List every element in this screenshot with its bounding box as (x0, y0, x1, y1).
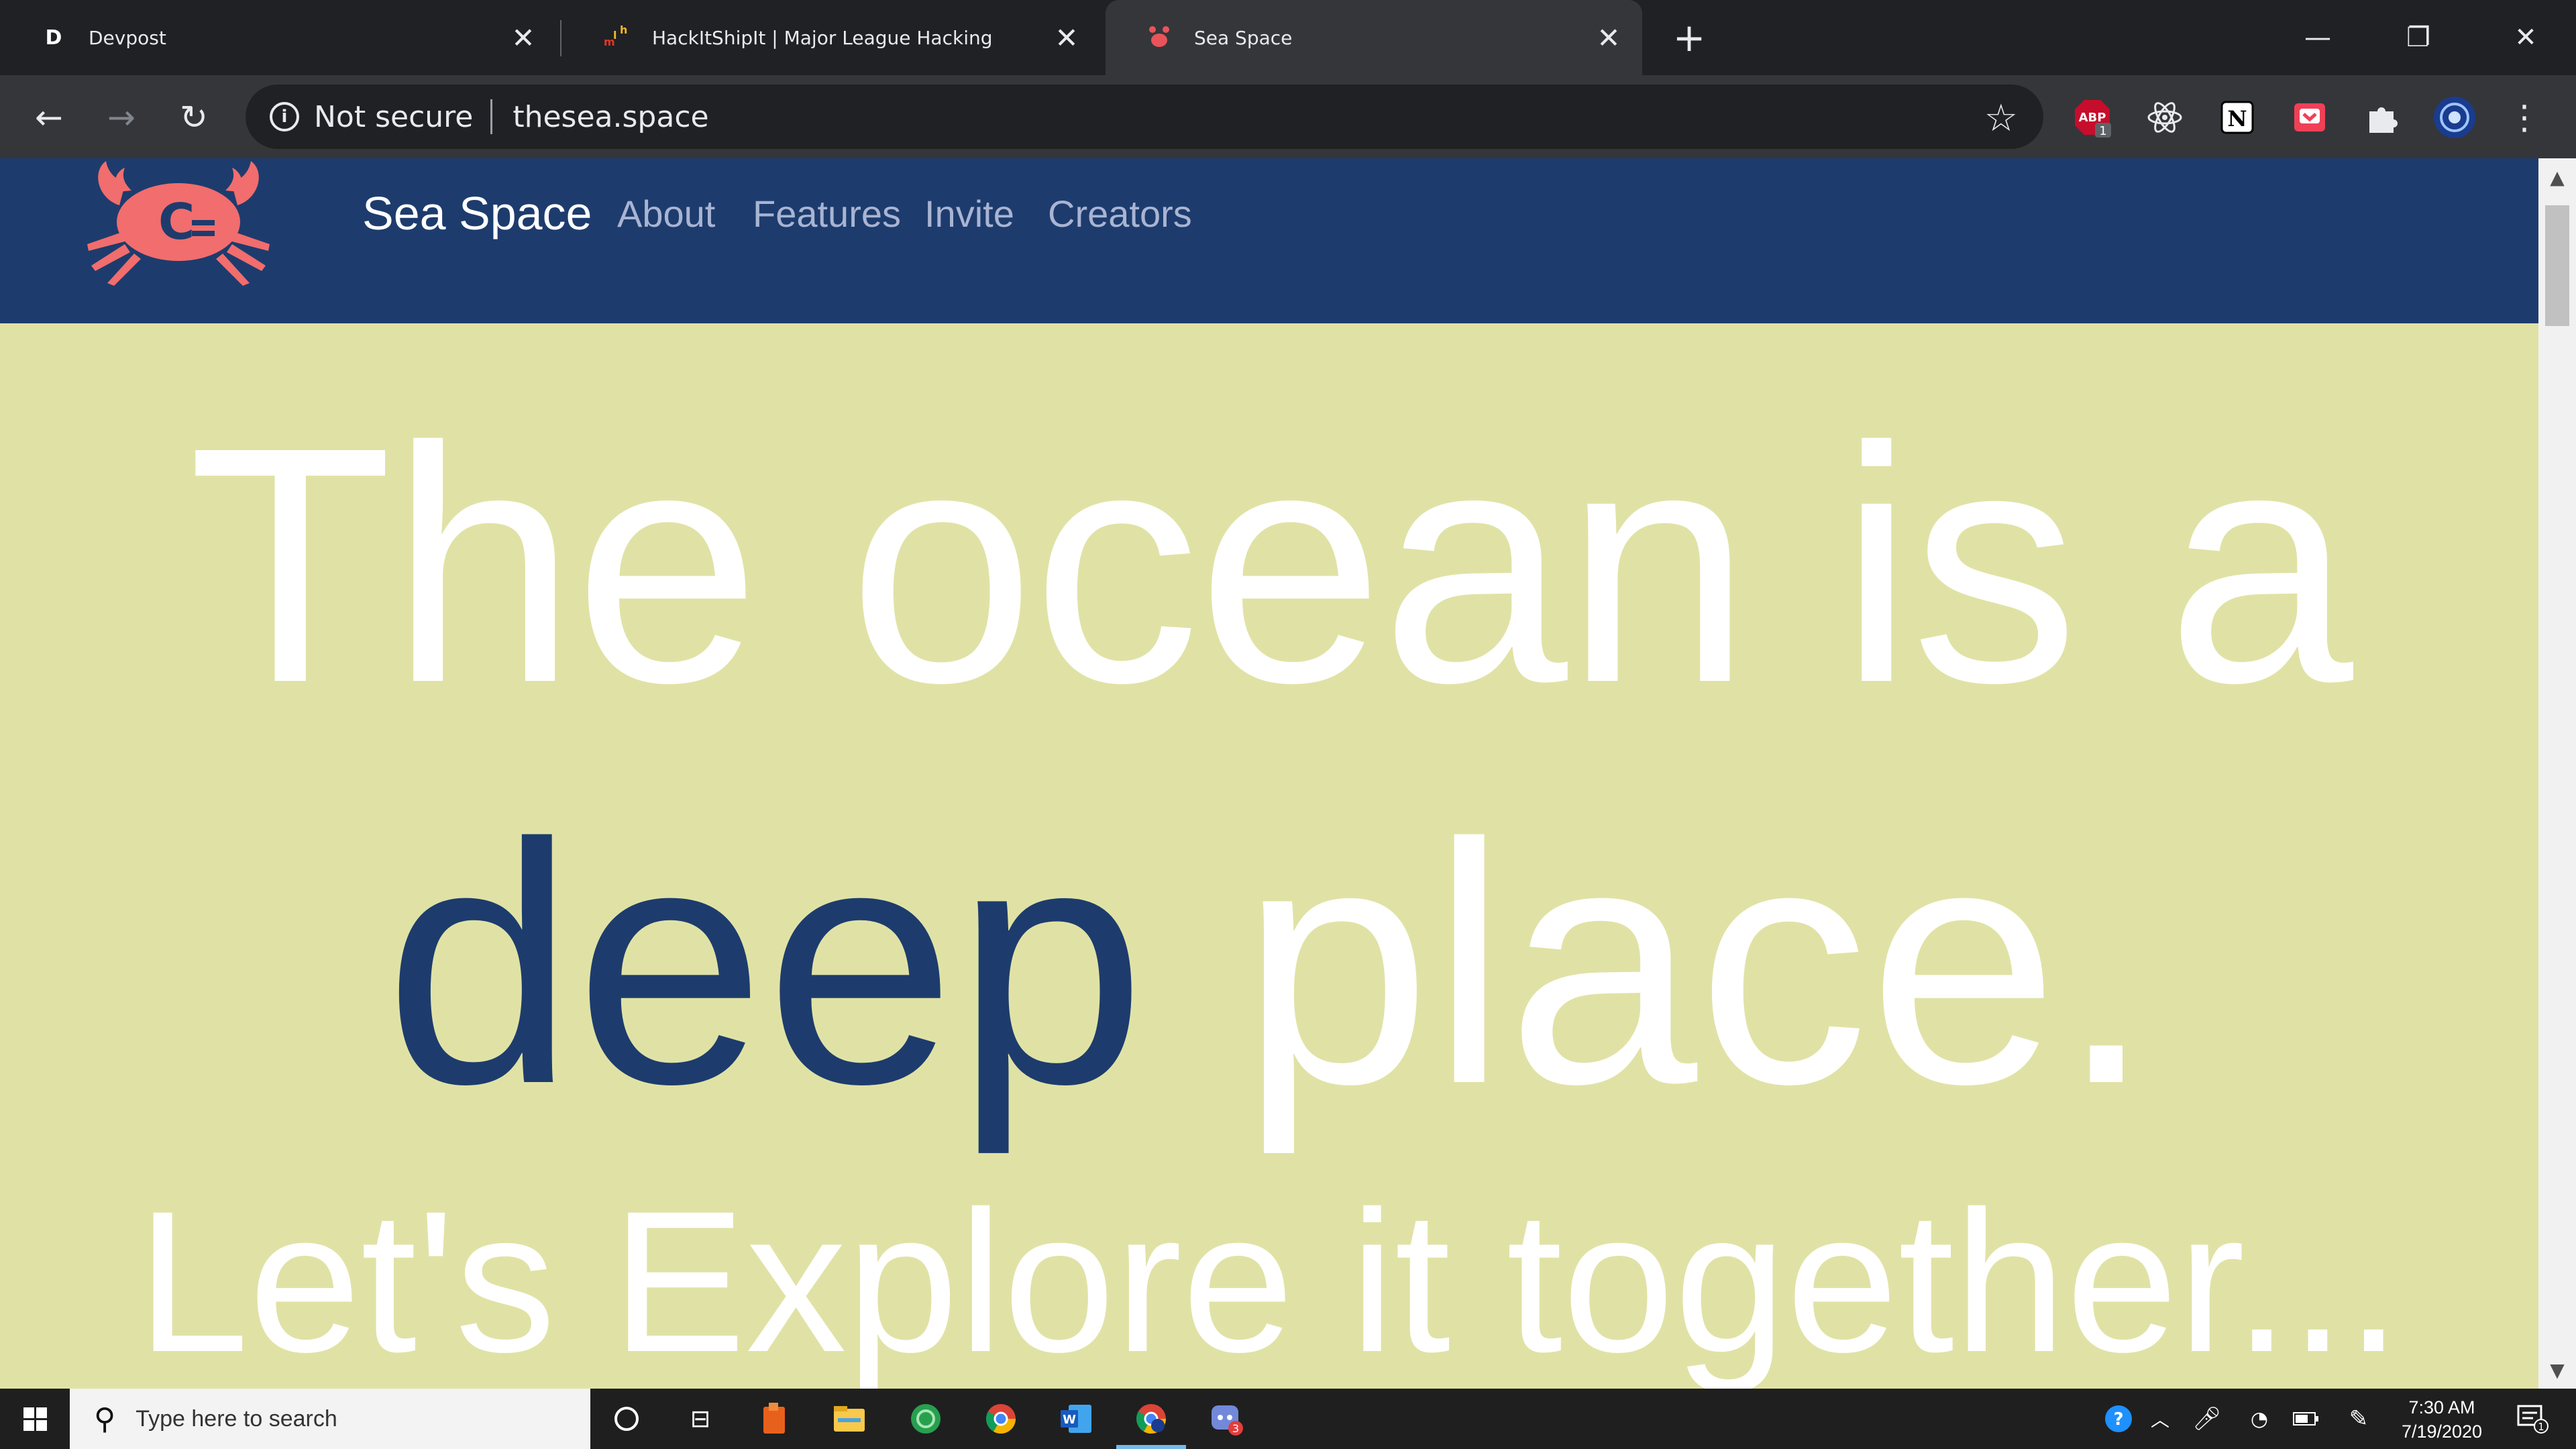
notion-icon[interactable]: N (2215, 95, 2259, 140)
minimize-button[interactable]: — (2267, 0, 2368, 75)
system-clock[interactable]: 7:30 AM 7/19/2020 (2388, 1395, 2496, 1444)
wifi-icon[interactable]: ◔ (2241, 1398, 2278, 1440)
bookmark-star-icon[interactable]: ☆ (1984, 97, 2018, 140)
tab-devpost[interactable]: D Devpost ✕ (0, 0, 557, 75)
page-viewport: C Sea Space About Features Invite Creato… (0, 158, 2538, 1389)
show-hidden-icons-chevron-icon[interactable]: ︿ (2141, 1398, 2179, 1440)
tab-sea-space[interactable]: Sea Space ✕ (1106, 0, 1642, 75)
svg-text:h: h (620, 24, 627, 36)
hero-headline-line1: The ocean is a (188, 377, 2353, 752)
reload-button[interactable]: ↻ (170, 94, 217, 141)
site-navbar: C Sea Space About Features Invite Creato… (0, 158, 2538, 323)
svg-text:?: ? (2113, 1409, 2123, 1430)
svg-text:3: 3 (1232, 1422, 1239, 1435)
task-view-icon[interactable]: ⊟ (680, 1399, 720, 1439)
cortana-icon[interactable] (606, 1399, 647, 1439)
abp-badge: 1 (2099, 124, 2106, 138)
hero-headline-line2: deep place. (0, 793, 2538, 1135)
new-tab-button[interactable]: + (1670, 18, 1708, 57)
windows-logo-icon (23, 1407, 47, 1431)
word-app-icon[interactable]: W (1056, 1399, 1096, 1439)
pen-ink-icon[interactable]: ✎ (2339, 1398, 2379, 1440)
hero-highlight-word: deep (384, 773, 1146, 1155)
scroll-up-arrow-icon[interactable]: ▲ (2538, 158, 2576, 196)
page-scrollbar[interactable]: ▲ ▼ (2538, 158, 2576, 1389)
tab-strip: D Devpost ✕ m l h HackItShipIt | Major L… (0, 0, 2576, 75)
search-icon: ⚲ (94, 1402, 116, 1436)
svg-text:W: W (1063, 1413, 1076, 1427)
omnibox-divider (490, 99, 493, 134)
svg-text:1: 1 (2538, 1421, 2544, 1433)
chrome-app-icon[interactable] (981, 1399, 1021, 1439)
menu-kebab-icon[interactable]: ⋮ (2502, 95, 2546, 140)
abp-icon[interactable]: ABP 1 (2070, 95, 2114, 140)
start-button[interactable] (0, 1389, 70, 1449)
info-icon[interactable]: i (270, 102, 299, 131)
microphone-icon[interactable]: 🎤︎ (2188, 1398, 2226, 1440)
hero-subtitle: Let's Explore it together... (137, 1169, 2402, 1389)
help-icon[interactable]: ? (2098, 1398, 2139, 1440)
action-center-icon[interactable]: 1 (2509, 1398, 2556, 1440)
tab-title: Sea Space (1194, 26, 1293, 49)
clock-date: 7/19/2020 (2401, 1421, 2483, 1442)
tab-mlh[interactable]: m l h HackItShipIt | Major League Hackin… (564, 0, 1100, 75)
office-app-icon[interactable] (754, 1399, 794, 1439)
svg-text:ABP: ABP (2079, 111, 2106, 125)
hero-headline-rest: place. (1240, 773, 2154, 1155)
back-button[interactable]: ← (25, 94, 72, 141)
chrome-active-icon[interactable] (1131, 1399, 1171, 1439)
svg-text:l: l (613, 29, 616, 42)
nav-features[interactable]: Features (753, 192, 901, 235)
taskbar-search-box[interactable]: ⚲ Type here to search (70, 1389, 590, 1449)
close-icon[interactable]: ✕ (1591, 20, 1626, 55)
tab-title: Devpost (89, 26, 166, 49)
tab-title: HackItShipIt | Major League Hacking (652, 26, 993, 49)
tab-divider (560, 20, 561, 56)
security-label[interactable]: Not secure (314, 100, 473, 134)
file-explorer-icon[interactable] (829, 1399, 869, 1439)
discord-icon[interactable]: 3 (1206, 1399, 1246, 1439)
crab-favicon-icon (1146, 24, 1173, 51)
windows-taskbar: ⚲ Type here to search ⊟ W 3 ? ︿ 🎤︎ ◔ ✎ 7… (0, 1389, 2576, 1449)
nav-creators[interactable]: Creators (1048, 192, 1192, 235)
brand-link[interactable]: Sea Space (362, 186, 592, 240)
nav-invite[interactable]: Invite (924, 192, 1014, 235)
nav-about[interactable]: About (617, 192, 715, 235)
profile-avatar-icon[interactable] (2432, 95, 2477, 140)
svg-text:C: C (158, 193, 195, 251)
svg-text:N: N (2227, 106, 2247, 131)
clock-time: 7:30 AM (2408, 1397, 2475, 1417)
restore-button[interactable]: ❐ (2368, 0, 2469, 75)
url-text[interactable]: thesea.space (513, 100, 708, 134)
mlh-favicon-icon: m l h (604, 24, 631, 51)
extensions-puzzle-icon[interactable] (2360, 95, 2404, 140)
window-close-button[interactable]: ✕ (2475, 0, 2576, 75)
active-app-indicator (1116, 1445, 1186, 1449)
close-icon[interactable]: ✕ (1049, 20, 1084, 55)
forward-button[interactable]: → (98, 94, 145, 141)
battery-icon[interactable] (2288, 1398, 2325, 1440)
scroll-thumb[interactable] (2545, 205, 2569, 326)
hero-section: The ocean is a deep place. Let's Explore… (0, 323, 2538, 1389)
close-icon[interactable]: ✕ (506, 20, 541, 55)
crab-logo-icon[interactable]: C (78, 158, 279, 292)
browser-toolbar: ← → ↻ i Not secure thesea.space ☆ ABP 1 … (0, 75, 2576, 158)
react-devtools-icon[interactable] (2143, 95, 2187, 140)
search-placeholder: Type here to search (136, 1405, 337, 1432)
scroll-down-arrow-icon[interactable]: ▼ (2538, 1351, 2576, 1389)
app-green-icon[interactable] (906, 1399, 946, 1439)
pocket-icon[interactable] (2288, 95, 2332, 140)
address-bar[interactable]: i Not secure thesea.space ☆ (246, 85, 2043, 149)
devpost-favicon-icon: D (45, 25, 62, 50)
